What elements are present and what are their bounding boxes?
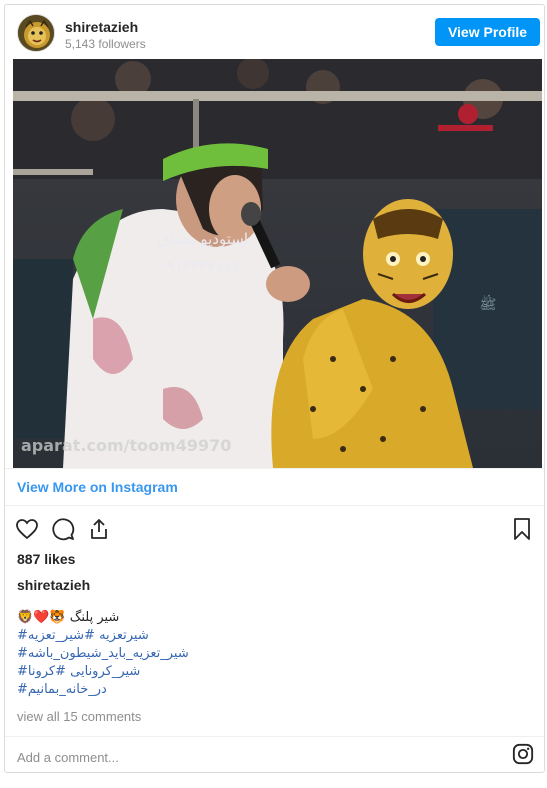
hashtag-line[interactable]: #شیر_کرونایی #کرونا (17, 663, 457, 681)
overlay-studio-text: استودیو مشاق (158, 230, 248, 248)
comment-icon[interactable] (49, 515, 77, 543)
add-comment-input[interactable]: Add a comment... (17, 750, 119, 765)
heart-icon[interactable] (13, 515, 41, 543)
post-video-frame[interactable]: ﷺ استودیو مشاق ۰۹۱۳۳۳۷۱۱۷۰ aparat.com/to… (13, 59, 542, 468)
caption-username[interactable]: shiretazieh (17, 577, 90, 593)
hashtag-line[interactable]: #شیر_تعزیه_باید_شیطون_باشه (17, 645, 457, 663)
hashtag-line[interactable]: #در_خانه_بمانیم (17, 681, 457, 699)
action-bar (5, 515, 544, 549)
post-header: shiretazieh 5,143 followers View Profile (5, 5, 544, 59)
divider (5, 736, 544, 737)
divider (5, 468, 544, 469)
caption-line: 🦁❤️🐯 شیر پلنگ (17, 610, 120, 625)
divider (5, 505, 544, 506)
view-profile-button[interactable]: View Profile (435, 18, 540, 46)
bookmark-icon[interactable] (508, 515, 536, 543)
svg-text:ﷺ: ﷺ (480, 294, 497, 313)
view-comments-link[interactable]: view all 15 comments (17, 709, 141, 724)
watermark-text: aparat.com/toom49970 (21, 436, 231, 455)
view-more-link[interactable]: View More on Instagram (17, 479, 178, 495)
follower-count: 5,143 followers (65, 37, 146, 51)
like-count[interactable]: 887 likes (17, 551, 75, 567)
instagram-icon[interactable] (512, 743, 534, 765)
share-icon[interactable] (85, 515, 113, 543)
hashtag-line[interactable]: #شیرتعزیه #شیر_تعزیه (17, 627, 457, 645)
instagram-embed-card: shiretazieh 5,143 followers View Profile (4, 4, 545, 773)
overlay-phone-text: ۰۹۱۳۳۳۷۱۱۷۰ (159, 257, 248, 275)
caption: 🦁❤️🐯 شیر پلنگ #شیرتعزیه #شیر_تعزیه #شیر_… (17, 609, 457, 699)
avatar[interactable] (17, 14, 55, 52)
username[interactable]: shiretazieh (65, 19, 138, 35)
